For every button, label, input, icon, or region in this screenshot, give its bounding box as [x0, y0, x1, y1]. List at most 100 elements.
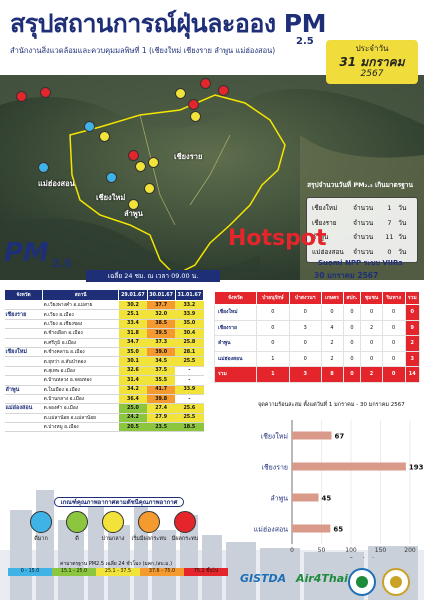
- pm-value-day3: -: [175, 366, 204, 377]
- station-marker: [175, 88, 186, 99]
- hotspot-col-header: ป่าสงวนฯ: [288, 291, 322, 305]
- col-day1: 29.01.67: [118, 289, 148, 301]
- legend-circle-affected: [138, 511, 160, 533]
- pm-title: PM: [4, 238, 49, 268]
- pm-row-station: ต.เวียง อ.เมือง: [42, 309, 119, 320]
- pm-value-day1: 31.8: [118, 328, 148, 339]
- legend-label: มีผลกระทบ: [171, 536, 199, 542]
- pm-value-day3: 25.5: [175, 356, 204, 367]
- pm-table-row: ต.บ้านหลวง อ.จอมทอง 31.4 35.5-: [4, 375, 204, 386]
- pm-value-day1: 36.4: [118, 394, 148, 405]
- hotspot-value: 1: [255, 366, 290, 383]
- hotspot-marker: [40, 87, 51, 98]
- hotspot-value: 0: [381, 335, 406, 352]
- date-day: 31 มกราคม: [339, 55, 405, 69]
- pm-value-day1: 31.4: [118, 375, 148, 386]
- category-label: เชียงใหม่: [261, 432, 288, 441]
- hotspot-sum: 3: [404, 350, 421, 367]
- map-label-chiangmai: เชียงใหม่: [96, 193, 126, 202]
- hotspot-province: เชียงราย: [214, 319, 257, 336]
- summary-count: 11: [385, 233, 394, 241]
- pm-table-header: จังหวัด สถานี 29.01.67 30.01.67 31.01.67: [3, 289, 205, 301]
- pm-value-day3: 18.5: [175, 422, 204, 433]
- pm-table-row: เชียงราย ต.เวียง อ.เมือง 25.1 32.0 33.9: [4, 309, 204, 320]
- pm-row-station: ต.ช้างคลาน อ.เมือง: [42, 347, 119, 358]
- x-axis-label: จุดความร้อน (จุด): [327, 557, 374, 558]
- chart-bar: [292, 524, 331, 533]
- bar-value-label: 65: [333, 526, 343, 534]
- pm-value-day2: 39.8: [147, 394, 176, 405]
- hotspot-value: 3: [288, 366, 322, 383]
- bar-value-label: 193: [409, 464, 424, 472]
- pm-value-day1: 34.7: [118, 338, 148, 348]
- pm-value-day1: 30.2: [118, 300, 148, 311]
- hotspot-satellite: Suomi NPP ระบบ VIIRs: [318, 259, 403, 267]
- hotspot-value: 3: [288, 319, 322, 336]
- hotspot-marker: [16, 91, 27, 102]
- pm-table-row: ต.ยุหว่า อ.สันป่าตอง 30.1 34.5 25.5: [4, 356, 204, 367]
- pm-row-province: [4, 394, 43, 405]
- pm-row-station: ต.แม่ลาน้อย อ.แม่ลาน้อย: [42, 413, 119, 424]
- hotspot-value: 0: [288, 335, 322, 352]
- page-title: สรุปสถานการณ์ฝุ่นละออง PM: [10, 9, 327, 38]
- summary-unit: วัน: [398, 233, 407, 241]
- station-marker: [135, 161, 146, 172]
- x-tick-label: 0: [290, 547, 294, 554]
- legend-circle-very-good: [30, 511, 52, 533]
- hotspot-total-row: รวม 1 3 8 0 2 0 14: [214, 366, 421, 383]
- pm-section-header: PM 2.5 เฉลี่ย 24 ชม. ณ เวลา 09.00 น.: [0, 232, 220, 284]
- hotspot-value: 1: [255, 350, 290, 367]
- date-label: ประจำวัน: [355, 44, 389, 53]
- category-label: แม่ฮ่องสอน: [254, 526, 288, 534]
- summary-province: เชียงใหม่: [312, 204, 338, 212]
- hotspot-sum: 14: [404, 366, 421, 383]
- hotspot-table-header: จังหวัด ป่าอนุรักษ์ ป่าสงวนฯ เกษตร สปก. ชุมชน…: [214, 291, 421, 305]
- pm-value-day3: 33.2: [175, 300, 204, 311]
- pm-row-station: ต.เวียงพางคำ อ.แม่สาย: [42, 300, 119, 311]
- page-subtitle: สำนักงานสิ่งแวดล้อมและควบคุมมลพิษที่ 1 (…: [10, 46, 276, 55]
- hotspot-value: 0: [255, 304, 290, 321]
- chart-bar: [292, 431, 332, 440]
- chart-bar: [292, 493, 319, 502]
- pm-table-row: ต.แม่ลาน้อย อ.แม่ลาน้อย 24.2 27.9 25.5: [4, 413, 204, 424]
- pm-value-day2: 32.0: [147, 309, 176, 320]
- hotspot-table: จังหวัด ป่าอนุรักษ์ ป่าสงวนฯ เกษตร สปก. ชุมชน…: [214, 291, 421, 383]
- date-badge: ประจำวัน 31 มกราคม 2567: [326, 40, 418, 84]
- pm-table-row: ต.สุเทพ อ.เมือง 32.6 37.5-: [4, 366, 204, 377]
- pm-value-day2: 34.5: [147, 356, 176, 367]
- hotspot-value: 2: [360, 366, 383, 383]
- pm-row-province: [4, 328, 43, 339]
- pm-row-province: [4, 338, 43, 348]
- pm-row-station: ต.จองคำ อ.เมือง: [42, 403, 119, 414]
- hotspot-row: แม่ฮ่องสอน 1 0 2 0 0 0 3: [214, 350, 421, 367]
- legend-label: เริ่มมีผลกระทบ: [131, 536, 167, 542]
- hotspot-value: 8: [320, 366, 344, 383]
- pm-value-day1: 25.1: [118, 309, 148, 320]
- summary-row: แม่ฮ่องสอน จำนวน 0 วัน: [312, 245, 412, 260]
- page-title-subscript: 2.5: [296, 36, 314, 47]
- pm-row-station: ต.ในเมือง อ.เมือง: [42, 385, 119, 395]
- pm-row-province: [4, 300, 43, 311]
- hotspot-col-header: จังหวัด: [214, 291, 257, 305]
- pm-row-station: ต.ศรีภูมิ อ.เมือง: [42, 338, 119, 348]
- pm-value-day2: 35.5: [147, 375, 176, 386]
- hotspot-value: 0: [255, 335, 290, 352]
- col-day3: 31.01.67: [174, 289, 205, 301]
- pm-value-day2: 38.5: [147, 319, 176, 330]
- pm-table-row: แม่ฮ่องสอน ต.จองคำ อ.เมือง 25.0 27.4 25.6: [4, 403, 204, 414]
- summary-row: เชียงใหม่ จำนวน 1 วัน: [312, 201, 412, 216]
- legend-title: เกณฑ์คุณภาพอากาศตามดัชนีคุณภาพอากาศ: [54, 497, 184, 507]
- hotspot-row: เชียงราย 0 3 4 0 2 0 9: [214, 319, 421, 336]
- pm-value-day1: 32.6: [118, 366, 148, 377]
- pm-value-day2: 39.5: [147, 328, 176, 339]
- pm-table-row: เชียงใหม่ ต.ช้างคลาน อ.เมือง 35.0 39.0 28.1: [4, 347, 204, 358]
- pm-value-day3: -: [175, 394, 204, 405]
- hotspot-row: เชียงใหม่ 0 0 0 0 0 0 0: [214, 304, 421, 321]
- summary-unit: วัน: [398, 218, 407, 227]
- hotspot-col-header: ป่าอนุรักษ์: [255, 291, 290, 305]
- x-tick-label: 100: [345, 547, 357, 554]
- pm-value-day2: 27.9: [147, 413, 176, 424]
- hotspot-sum: 0: [404, 304, 421, 321]
- pm-value-day1: 33.4: [118, 319, 148, 330]
- hotspot-value: 0: [342, 366, 362, 383]
